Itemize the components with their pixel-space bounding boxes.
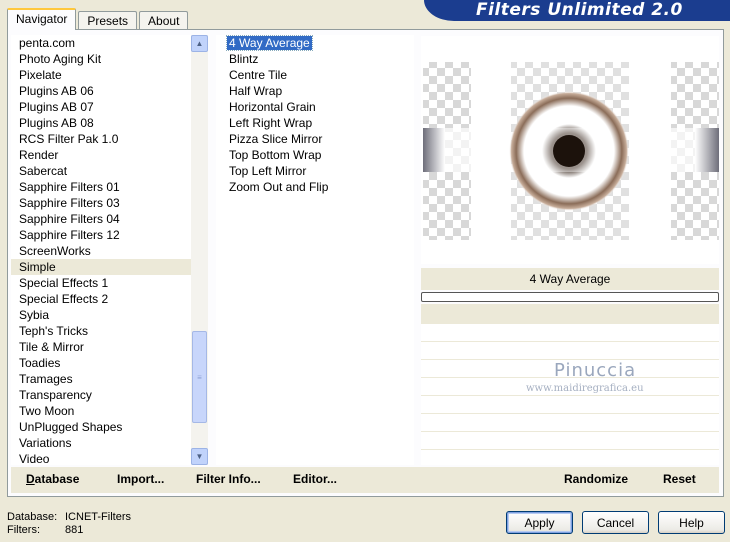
category-item[interactable]: Special Effects 1 [11,275,207,291]
category-item[interactable]: Sapphire Filters 03 [11,195,207,211]
category-item[interactable]: Teph's Tricks [11,323,207,339]
category-item[interactable]: Variations [11,435,207,451]
filter-caption: 4 Way Average [421,268,719,290]
category-item[interactable]: Photo Aging Kit [11,51,207,67]
category-item[interactable]: penta.com [11,35,207,51]
preview-graphic [421,36,719,264]
category-item[interactable]: Sapphire Filters 12 [11,227,207,243]
apply-button[interactable]: Apply [506,511,573,534]
cancel-button[interactable]: Cancel [582,511,649,534]
database-label: Database: [7,511,58,523]
filter-item-label: Centre Tile [229,68,288,82]
grip-icon: ≡ [197,372,202,382]
filter-list[interactable]: 4 Way Average Blintz Centre Tile Half Wrap H… [216,35,414,465]
category-list[interactable]: penta.com Photo Aging Kit Pixelate Plugins … [11,35,207,465]
filter-item[interactable]: Pizza Slice Mirror [216,131,414,147]
filter-item-label: Zoom Out and Flip [229,180,329,194]
filter-item[interactable]: Top Left Mirror [216,163,414,179]
filter-item-label: Pizza Slice Mirror [229,132,323,146]
filter-item-label: Top Left Mirror [229,164,307,178]
watermark-url: www.maidiregrafica.eu [526,383,644,394]
category-item[interactable]: Sybia [11,307,207,323]
tab-strip: Navigator Presets About [7,8,190,30]
title-banner: Filters Unlimited 2.0 [424,0,730,21]
up-arrow-icon: ▲ [195,39,204,48]
tab-presets[interactable]: Presets [78,11,138,30]
category-item[interactable]: Transparency [11,387,207,403]
param-divider [421,431,719,432]
filter-info-button[interactable]: Filter Info... [196,472,261,486]
help-button[interactable]: Help [658,511,725,534]
reset-button[interactable]: Reset [663,472,696,486]
banner-title: Filters Unlimited 2.0 [476,0,683,20]
scroll-up-button[interactable]: ▲ [191,35,208,52]
filter-item-label: Horizontal Grain [229,100,316,114]
scroll-down-button[interactable]: ▼ [191,448,208,465]
database-button[interactable]: Database [26,472,79,486]
tab-navigator[interactable]: Navigator [7,8,77,30]
database-label-rest: atabase [34,472,80,486]
filter-item[interactable]: Top Bottom Wrap [216,147,414,163]
filter-item-label: Half Wrap [229,84,283,98]
editor-button[interactable]: Editor... [293,472,337,486]
database-value: ICNET-Filters [65,511,131,523]
category-item[interactable]: RCS Filter Pak 1.0 [11,131,207,147]
param-divider [421,395,719,396]
filter-preview-image [421,36,719,264]
category-item[interactable]: Plugins AB 08 [11,115,207,131]
category-item[interactable]: Sapphire Filters 04 [11,211,207,227]
filter-item-label: Left Right Wrap [229,116,313,130]
category-item[interactable]: Render [11,147,207,163]
filter-item[interactable]: Left Right Wrap [216,115,414,131]
filter-item[interactable]: Half Wrap [216,83,414,99]
category-item[interactable]: UnPlugged Shapes [11,419,207,435]
param-header [421,304,719,324]
filters-count: 881 [65,524,84,536]
category-item[interactable]: Simple [11,259,207,275]
category-item[interactable]: ScreenWorks [11,243,207,259]
watermark-name: Pinuccia [554,360,637,381]
category-item[interactable]: Video [11,451,207,465]
category-item[interactable]: Plugins AB 07 [11,99,207,115]
param-divider [421,413,719,414]
filter-item[interactable]: Centre Tile [216,67,414,83]
tab-about[interactable]: About [139,11,189,30]
category-item[interactable]: Sapphire Filters 01 [11,179,207,195]
randomize-button[interactable]: Randomize [564,472,628,486]
progress-bar [421,292,719,302]
filter-item[interactable]: Zoom Out and Flip [216,179,414,195]
category-item[interactable]: Two Moon [11,403,207,419]
param-divider [421,341,719,342]
import-button[interactable]: Import... [117,472,164,486]
category-item[interactable]: Sabercat [11,163,207,179]
filter-item[interactable]: Horizontal Grain [216,99,414,115]
category-item[interactable]: Plugins AB 06 [11,83,207,99]
category-item[interactable]: Tramages [11,371,207,387]
filter-item-label: 4 Way Average [226,35,313,51]
filter-item-label: Top Bottom Wrap [229,148,322,162]
category-item[interactable]: Toadies [11,355,207,371]
filter-item[interactable]: Blintz [216,51,414,67]
param-divider [421,449,719,450]
category-scrollbar[interactable]: ▲ ≡ ▼ [191,35,208,465]
filter-item[interactable]: 4 Way Average [216,35,414,51]
category-item[interactable]: Pixelate [11,67,207,83]
scroll-thumb[interactable]: ≡ [192,331,207,423]
filter-caption-text: 4 Way Average [529,272,611,286]
filters-label: Filters: [7,524,40,536]
category-item[interactable]: Tile & Mirror [11,339,207,355]
category-item[interactable]: Special Effects 2 [11,291,207,307]
down-arrow-icon: ▼ [195,452,204,461]
action-bar: Database Import... Filter Info... Editor… [11,467,719,493]
filter-item-label: Blintz [229,52,259,66]
parameter-area [421,324,719,465]
